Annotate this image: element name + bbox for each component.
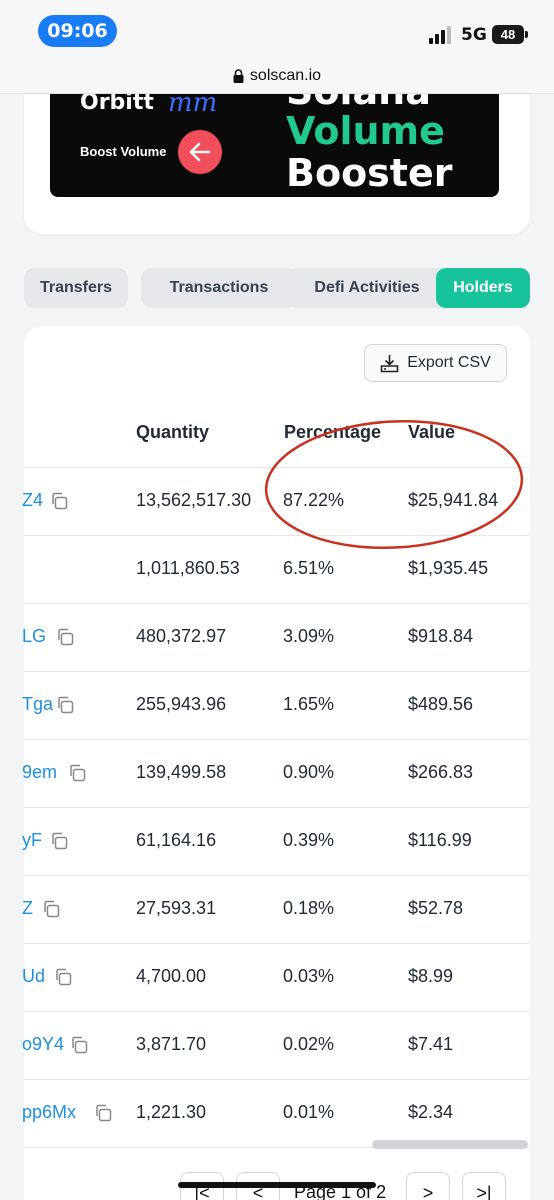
banner-cta: Boost Volume [80, 144, 167, 159]
holder-address-link[interactable]: pp6Mx [22, 1102, 76, 1123]
url-domain: solscan.io [249, 66, 322, 84]
holder-address-link[interactable]: Z [22, 898, 33, 919]
banner-headline-2: Volume [286, 109, 445, 153]
holder-quantity: 27,593.31 [136, 898, 217, 918]
holder-percentage: 3.09% [283, 626, 335, 646]
home-indicator [178, 1182, 376, 1188]
holder-quantity: 255,943.96 [136, 694, 227, 714]
holder-quantity: 480,372.97 [136, 626, 227, 646]
ad-banner[interactable]: Orbitt mm Boost Volume Solana Volume Boo… [50, 94, 499, 197]
banner-brand-mm: mm [168, 94, 218, 118]
annotation-circle [264, 419, 524, 550]
holder-percentage: 1.65% [283, 694, 335, 714]
copy-icon[interactable] [68, 764, 86, 782]
banner-brand: Orbitt [80, 94, 154, 115]
copy-icon[interactable] [54, 968, 72, 986]
copy-icon[interactable] [94, 1104, 112, 1122]
export-csv-label: Export CSV [407, 354, 491, 371]
holder-quantity: 13,562,517.30 [136, 490, 252, 510]
holder-address-link[interactable]: Z4 [22, 490, 43, 511]
battery-icon: 48 [492, 25, 524, 44]
holder-value: $1,935.45 [408, 558, 489, 578]
holder-address-link[interactable]: yF [22, 830, 42, 851]
holder-percentage: 0.01% [283, 1102, 335, 1122]
tab-holders[interactable]: Holders [436, 268, 530, 308]
holder-percentage: 0.03% [283, 966, 335, 986]
copy-icon[interactable] [42, 900, 60, 918]
holder-value: $2.34 [408, 1102, 454, 1122]
copy-icon[interactable] [56, 696, 74, 714]
table-row: o9Y4 3,871.70 0.02% $7.41 [22, 1012, 530, 1080]
holder-percentage: 0.39% [283, 830, 335, 850]
holder-quantity: 3,871.70 [136, 1034, 207, 1054]
holder-percentage: 0.90% [283, 762, 335, 782]
holder-address-link[interactable]: 9em [22, 762, 57, 783]
status-bar: 09:06 5G 48 [0, 0, 554, 58]
holder-quantity: 139,499.58 [136, 762, 227, 782]
holder-value: $266.83 [408, 762, 474, 782]
banner-headline-3: Booster [286, 151, 453, 195]
tab-defi-activities[interactable]: Defi Activities [286, 268, 448, 308]
table-row: Z 27,593.31 0.18% $52.78 [22, 876, 530, 944]
holder-percentage: 0.18% [283, 898, 335, 918]
table-row: Tga 255,943.96 1.65% $489.56 [22, 672, 530, 740]
signal-icon [429, 26, 451, 44]
clock: 09:06 [38, 15, 117, 47]
holder-quantity: 1,221.30 [136, 1102, 207, 1122]
lock-icon [233, 68, 244, 83]
holder-quantity: 4,700.00 [136, 966, 207, 986]
copy-icon[interactable] [50, 492, 68, 510]
holder-quantity: 1,011,860.53 [136, 558, 240, 578]
holder-value: $489.56 [408, 694, 474, 714]
last-page-button[interactable]: >| [462, 1172, 506, 1200]
network-label: 5G [461, 25, 487, 45]
copy-icon[interactable] [50, 832, 68, 850]
holder-address-link[interactable]: Ud [22, 966, 45, 987]
column-header-quantity[interactable]: Quantity [136, 422, 209, 443]
copy-icon[interactable] [70, 1036, 88, 1054]
holder-value: $52.78 [408, 898, 464, 918]
holder-value: $7.41 [408, 1034, 454, 1054]
holder-value: $8.99 [408, 966, 454, 986]
url-bar[interactable]: solscan.io [0, 58, 554, 94]
arrow-left-icon[interactable] [178, 130, 222, 174]
table-row: 9em 139,499.58 0.90% $266.83 [22, 740, 530, 808]
table-row: yF 61,164.16 0.39% $116.99 [22, 808, 530, 876]
holder-address-link[interactable]: Tga [22, 694, 53, 715]
tab-transactions[interactable]: Transactions [141, 268, 297, 308]
table-row: Ud 4,700.00 0.03% $8.99 [22, 944, 530, 1012]
holder-percentage: 6.51% [283, 558, 335, 578]
export-csv-button[interactable]: Export CSV [364, 344, 507, 382]
table-row: pp6Mx 1,221.30 0.01% $2.34 [22, 1080, 530, 1148]
holder-quantity: 61,164.16 [136, 830, 217, 850]
battery-tip [525, 31, 528, 38]
holder-address-link[interactable]: LG [22, 626, 46, 647]
copy-icon[interactable] [56, 628, 74, 646]
holder-value: $116.99 [408, 830, 472, 850]
table-row: LG 480,372.97 3.09% $918.84 [22, 604, 530, 672]
download-icon [380, 354, 399, 372]
holder-address-link[interactable]: o9Y4 [22, 1034, 64, 1055]
holder-percentage: 0.02% [283, 1034, 335, 1054]
holder-value: $918.84 [408, 626, 474, 646]
next-page-button[interactable]: > [406, 1172, 450, 1200]
horizontal-scrollbar[interactable] [372, 1140, 528, 1149]
tab-transfers[interactable]: Transfers [24, 268, 128, 308]
